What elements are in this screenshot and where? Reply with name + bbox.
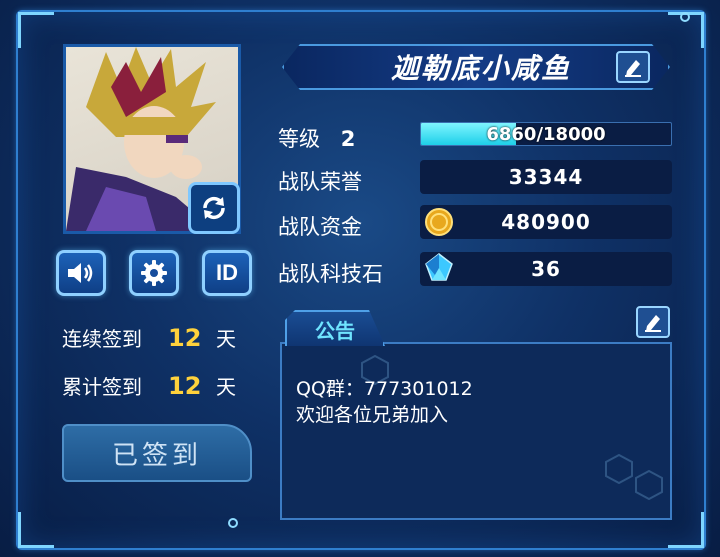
tech-value-bar: 36: [420, 252, 672, 286]
hex-decoration-icon: [635, 470, 663, 500]
pencil-icon: [625, 60, 641, 77]
notice-tab-label: 公告: [315, 318, 355, 343]
signed-in-button-label: 已签到: [111, 440, 202, 471]
frame-dot-icon: [228, 518, 238, 528]
frame-corner: [18, 12, 54, 48]
edit-name-button[interactable]: [616, 51, 650, 83]
refresh-icon: [203, 196, 225, 220]
tech-label: 战队科技石: [278, 262, 383, 286]
honor-label: 战队荣誉: [278, 170, 362, 194]
hex-decoration-icon: [605, 454, 633, 484]
gold-coin-icon: [425, 208, 453, 236]
consecutive-signin-value: 12: [168, 323, 202, 352]
notice-tab[interactable]: 公告: [285, 310, 385, 346]
consecutive-signin-row: 连续签到 12 天: [62, 323, 236, 352]
refresh-avatar-button[interactable]: [188, 182, 240, 234]
funds-label: 战队资金: [278, 215, 362, 239]
speaker-icon: [68, 263, 93, 283]
id-button-label: ID: [216, 260, 238, 285]
id-button[interactable]: ID: [202, 250, 252, 296]
tech-crystal-icon: [425, 253, 453, 281]
player-name-plate: 迦勒底小咸鱼: [282, 44, 670, 90]
pencil-icon: [645, 315, 661, 332]
xp-progress-text: 6860/18000: [486, 123, 606, 145]
funds-value-bar: 480900: [420, 205, 672, 239]
total-signin-row: 累计签到 12 天: [62, 371, 236, 400]
level-value: 2: [340, 127, 356, 151]
sound-button[interactable]: [56, 250, 106, 296]
consecutive-signin-unit: 天: [216, 327, 236, 351]
honor-value-bar: 33344: [420, 160, 672, 194]
level-label-row: 等级 2: [278, 123, 355, 153]
signed-in-button[interactable]: 已签到: [62, 424, 252, 482]
funds-value: 480900: [501, 210, 591, 234]
player-name: 迦勒底小咸鱼: [390, 52, 571, 85]
notice-line-1: QQ群：777301012: [296, 378, 473, 400]
settings-button[interactable]: [129, 250, 179, 296]
honor-value: 33344: [508, 165, 584, 189]
level-label: 等级: [278, 127, 320, 151]
tech-value: 36: [531, 257, 561, 281]
gear-icon: [141, 260, 167, 286]
consecutive-signin-label: 连续签到: [62, 327, 142, 351]
total-signin-label: 累计签到: [62, 375, 142, 399]
total-signin-value: 12: [168, 371, 202, 400]
frame-corner: [668, 512, 704, 548]
frame-corner: [18, 512, 54, 548]
xp-progress-bar: 6860/18000: [420, 122, 672, 146]
frame-dot-icon: [680, 12, 690, 22]
edit-notice-button[interactable]: [636, 306, 670, 338]
total-signin-unit: 天: [216, 375, 236, 399]
notice-line-2: 欢迎各位兄弟加入: [296, 404, 449, 426]
notice-panel: [280, 342, 672, 520]
